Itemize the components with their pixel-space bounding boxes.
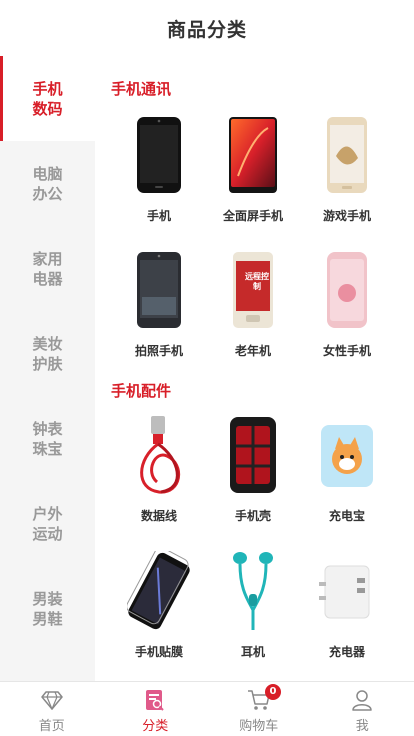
product-data-cable[interactable]: 数据线 bbox=[112, 413, 206, 537]
camera-phone-image bbox=[127, 248, 191, 332]
product-name: 手机壳 bbox=[234, 509, 271, 523]
bottom-tabbar: 首页 分类 0 购物车 我 bbox=[0, 681, 414, 736]
black-phone-image bbox=[127, 113, 191, 197]
sidebar-item-outdoor-sports[interactable]: 户外运动 bbox=[0, 481, 95, 566]
product-women-phone[interactable]: 女性手机 bbox=[300, 248, 394, 372]
category-sidebar: 手机数码 电脑办公 家用电器 美妆护肤 钟表珠宝 户外运动 男装男鞋 女装 bbox=[0, 56, 95, 681]
product-name: 充电器 bbox=[328, 645, 365, 659]
product-phone[interactable]: 手机 bbox=[112, 113, 206, 237]
sidebar-item-label: 户外运动 bbox=[32, 504, 63, 543]
product-name: 手机贴膜 bbox=[134, 645, 183, 659]
sidebar-item-menswear[interactable]: 男装男鞋 bbox=[0, 566, 95, 651]
product-name: 全面屏手机 bbox=[222, 209, 283, 223]
product-phone-case[interactable]: 手机壳 bbox=[206, 413, 300, 537]
product-charger[interactable]: 充电器 bbox=[300, 549, 394, 673]
power-bank-image bbox=[315, 413, 379, 497]
product-screen-protector[interactable]: 手机贴膜 bbox=[112, 549, 206, 673]
product-name: 耳机 bbox=[240, 645, 265, 659]
user-icon bbox=[350, 688, 374, 712]
tab-cart[interactable]: 0 购物车 bbox=[207, 682, 311, 736]
sidebar-item-computers-office[interactable]: 电脑办公 bbox=[0, 141, 95, 226]
charger-image bbox=[315, 549, 379, 633]
product-senior-phone[interactable]: 远程控制 老年机 bbox=[206, 248, 300, 372]
page-title: 商品分类 bbox=[166, 18, 247, 41]
sidebar-item-label: 男装男鞋 bbox=[32, 589, 63, 628]
category-icon bbox=[143, 688, 167, 712]
tab-label: 分类 bbox=[142, 719, 169, 734]
sidebar-item-label: 美妆护肤 bbox=[32, 334, 63, 373]
diamond-icon bbox=[40, 688, 64, 712]
product-name: 游戏手机 bbox=[322, 209, 371, 223]
tab-label: 购物车 bbox=[239, 719, 279, 734]
sidebar-item-label: 钟表珠宝 bbox=[32, 419, 63, 458]
section-title-accessories: 手机配件 bbox=[111, 382, 172, 400]
product-fullscreen-phone[interactable]: 全面屏手机 bbox=[206, 113, 300, 237]
sidebar-item-label: 手机数码 bbox=[32, 79, 63, 118]
sidebar-item-womenswear[interactable]: 女装 bbox=[0, 651, 95, 681]
top-header: 商品分类 bbox=[0, 0, 414, 56]
product-power-bank[interactable]: 充电宝 bbox=[300, 413, 394, 537]
pink-phone-image bbox=[315, 248, 379, 332]
tab-home[interactable]: 首页 bbox=[0, 682, 104, 736]
earphone-image bbox=[221, 549, 285, 633]
product-name: 拍照手机 bbox=[134, 344, 183, 358]
gold-phone-image bbox=[315, 113, 379, 197]
sidebar-item-label: 家用电器 bbox=[32, 249, 63, 288]
sidebar-item-appliances[interactable]: 家用电器 bbox=[0, 226, 95, 311]
phone-case-image bbox=[221, 413, 285, 497]
product-earphones[interactable]: 耳机 bbox=[206, 549, 300, 673]
product-name: 老年机 bbox=[234, 344, 271, 358]
sidebar-item-watches-jewelry[interactable]: 钟表珠宝 bbox=[0, 396, 95, 481]
product-gaming-phone[interactable]: 游戏手机 bbox=[300, 113, 394, 237]
sidebar-item-beauty[interactable]: 美妆护肤 bbox=[0, 311, 95, 396]
tab-label: 首页 bbox=[38, 719, 65, 734]
product-name: 女性手机 bbox=[322, 344, 371, 358]
senior-phone-screen-text: 远程控制 bbox=[245, 272, 269, 291]
tab-label: 我 bbox=[355, 719, 369, 734]
sidebar-item-label: 电脑办公 bbox=[32, 164, 63, 203]
category-content: 手机通讯 手机 全面屏手机 游戏手机 拍照手机 远程控制 老年机 女性手机 手机… bbox=[95, 56, 414, 681]
product-name: 充电宝 bbox=[328, 509, 365, 523]
fullscreen-phone-image bbox=[221, 113, 285, 197]
screen-protector-image bbox=[127, 549, 191, 633]
section-title-phones: 手机通讯 bbox=[111, 80, 172, 98]
product-name: 数据线 bbox=[140, 509, 177, 523]
usb-cable-image bbox=[127, 413, 191, 497]
cart-badge: 0 bbox=[265, 684, 281, 700]
senior-phone-image: 远程控制 bbox=[221, 248, 285, 332]
product-camera-phone[interactable]: 拍照手机 bbox=[112, 248, 206, 372]
tab-category[interactable]: 分类 bbox=[104, 682, 208, 736]
tab-me[interactable]: 我 bbox=[311, 682, 414, 736]
sidebar-item-phones-digital[interactable]: 手机数码 bbox=[0, 56, 95, 141]
product-name: 手机 bbox=[146, 209, 171, 223]
